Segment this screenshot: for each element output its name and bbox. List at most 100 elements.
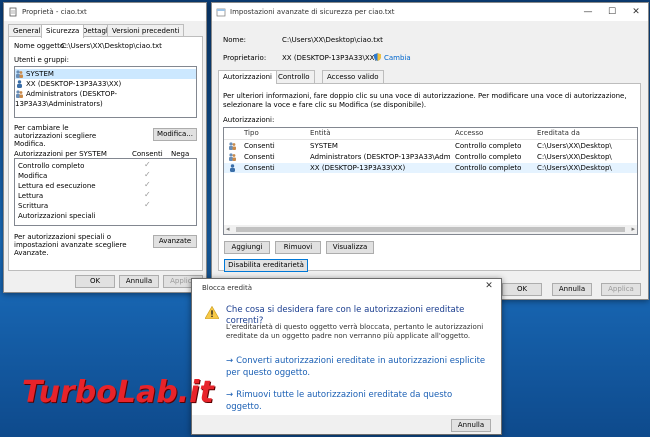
users-groups-label: Utenti e gruppi: — [14, 56, 70, 64]
advanced-button[interactable]: Avanzate — [153, 235, 197, 248]
check-icon: ✓ — [144, 160, 151, 169]
user-item-xx[interactable]: XX (DESKTOP-13P3A33\XX) — [15, 79, 196, 89]
user-label: XX (DESKTOP-13P3A33\XX) — [26, 80, 122, 88]
users-group-icon — [229, 142, 236, 150]
tab-autorizzazioni[interactable]: Autorizzazioni — [218, 70, 277, 84]
user-label: Administrators (DESKTOP-13P3A33\Administ… — [15, 90, 118, 108]
perm-special: Autorizzazioni speciali — [18, 212, 96, 220]
warning-icon — [205, 306, 219, 319]
block-inheritance-dialog: Blocca eredità ✕ Che cosa si desidera fa… — [191, 278, 502, 435]
arrow-right-icon: → — [226, 356, 234, 366]
permissions-panel: Per ulteriori informazioni, fare doppio … — [218, 83, 641, 272]
advanced-apply-button[interactable]: Applica — [601, 283, 641, 296]
file-icon — [9, 7, 17, 17]
perm-modify: Modifica — [18, 172, 48, 180]
permissions-list: Controllo completo Modifica Lettura ed e… — [14, 158, 197, 226]
name-value: C:\Users\XX\Desktop\ciao.txt — [282, 36, 383, 44]
table-row[interactable]: Consenti XX (DESKTOP-13P3A33\XX) Control… — [224, 163, 637, 173]
perm-read: Lettura — [18, 192, 44, 200]
properties-title: Proprietà - ciao.txt — [22, 8, 87, 16]
advanced-tabs: Autorizzazioni Controllo Accesso valido — [218, 70, 638, 84]
user-item-administrators[interactable]: Administrators (DESKTOP-13P3A33\Administ… — [15, 89, 196, 108]
cell-entity: Administrators (DESKTOP-13P3A33\Admini..… — [310, 153, 450, 161]
tab-sicurezza[interactable]: Sicurezza — [41, 24, 85, 38]
properties-cancel-button[interactable]: Annulla — [119, 275, 159, 288]
scroll-left-icon[interactable]: ◂ — [226, 225, 230, 233]
close-icon[interactable]: ✕ — [477, 279, 501, 295]
permission-entries-table: Tipo Entità Accesso Ereditata da Consent… — [223, 127, 638, 235]
cell-inherited: C:\Users\XX\Desktop\ — [537, 142, 612, 150]
advanced-cancel-button[interactable]: Annulla — [552, 283, 592, 296]
special-permissions-text: Per autorizzazioni speciali o impostazio… — [14, 233, 127, 257]
tab-controllo[interactable]: Controllo — [273, 70, 315, 83]
remove-permissions-option[interactable]: → Rimuovi tutte le autorizzazioni eredita… — [226, 389, 488, 413]
properties-ok-button[interactable]: OK — [75, 275, 115, 288]
cell-access: Controllo completo — [455, 153, 522, 161]
object-name-value: C:\Users\XX\Desktop\ciao.txt — [61, 42, 162, 50]
advanced-security-window: Impostazioni avanzate di sicurezza per c… — [211, 2, 649, 300]
user-item-system[interactable]: SYSTEM — [15, 69, 196, 79]
object-name-label: Nome oggetto: — [14, 42, 67, 50]
users-group-icon — [16, 90, 23, 98]
cell-type: Consenti — [244, 142, 275, 150]
check-icon: ✓ — [144, 190, 151, 199]
option1-label: Converti autorizzazioni ereditate in aut… — [226, 356, 486, 378]
change-owner-link[interactable]: Cambia — [384, 54, 411, 62]
perm-read-execute: Lettura ed esecuzione — [18, 182, 96, 190]
permission-entries-label: Autorizzazioni: — [223, 116, 275, 124]
properties-titlebar[interactable]: Proprietà - ciao.txt — [4, 3, 206, 21]
advanced-ok-button[interactable]: OK — [502, 283, 542, 296]
users-list[interactable]: SYSTEM XX (DESKTOP-13P3A33\XX) Administr… — [14, 66, 197, 118]
owner-value: XX (DESKTOP-13P3A33\XX) — [282, 54, 378, 62]
allow-column-header: Consenti — [132, 150, 163, 158]
view-button[interactable]: Visualizza — [326, 241, 374, 254]
info-text: Per ulteriori informazioni, fare doppio … — [223, 92, 627, 109]
properties-window: Proprietà - ciao.txt Generale Sicurezza … — [3, 2, 207, 293]
col-entity[interactable]: Entità — [310, 129, 331, 137]
option2-label: Rimuovi tutte le autorizzazioni ereditat… — [226, 390, 453, 412]
deny-column-header: Nega — [171, 150, 190, 158]
tab-accesso-valido[interactable]: Accesso valido — [322, 70, 384, 83]
check-icon: ✓ — [144, 200, 151, 209]
col-inherited[interactable]: Ereditata da — [537, 129, 580, 137]
col-access[interactable]: Accesso — [455, 129, 483, 137]
permissions-for-label: Autorizzazioni per SYSTEM — [14, 150, 107, 158]
col-type[interactable]: Tipo — [244, 129, 259, 137]
scroll-right-icon[interactable]: ▸ — [631, 225, 635, 233]
shield-icon — [374, 53, 381, 61]
disable-inheritance-button[interactable]: Disabilita ereditarietà — [224, 259, 308, 272]
user-label: SYSTEM — [26, 70, 54, 78]
user-icon — [230, 164, 235, 172]
perm-full-control: Controllo completo — [18, 162, 85, 170]
horizontal-scrollbar[interactable]: ◂ ▸ — [224, 225, 637, 234]
table-row[interactable]: Consenti Administrators (DESKTOP-13P3A33… — [224, 152, 637, 162]
minimize-icon[interactable]: — — [576, 3, 600, 21]
brand-watermark: TurboLab.it — [22, 375, 214, 410]
users-group-icon — [16, 70, 23, 78]
close-icon[interactable]: ✕ — [624, 3, 648, 21]
scrollbar-thumb[interactable] — [236, 227, 625, 232]
owner-label: Proprietario: — [223, 54, 267, 62]
cell-access: Controllo completo — [455, 164, 522, 172]
table-row[interactable]: Consenti SYSTEM Controllo completo C:\Us… — [224, 141, 637, 151]
cell-access: Controllo completo — [455, 142, 522, 150]
arrow-right-icon: → — [226, 390, 234, 400]
dialog-cancel-button[interactable]: Annulla — [451, 419, 491, 432]
maximize-icon[interactable]: ☐ — [600, 3, 624, 21]
cell-type: Consenti — [244, 164, 275, 172]
cell-inherited: C:\Users\XX\Desktop\ — [537, 164, 612, 172]
cell-type: Consenti — [244, 153, 275, 161]
perm-write: Scrittura — [18, 202, 49, 210]
table-header: Tipo Entità Accesso Ereditata da — [224, 128, 637, 140]
remove-button[interactable]: Rimuovi — [275, 241, 321, 254]
dialog-body: L'ereditarietà di questo oggetto verrà b… — [226, 323, 484, 340]
cell-entity: SYSTEM — [310, 142, 338, 150]
check-icon: ✓ — [144, 180, 151, 189]
dialog-title: Blocca eredità — [202, 284, 253, 292]
convert-permissions-option[interactable]: → Converti autorizzazioni ereditate in au… — [226, 355, 488, 379]
name-label: Nome: — [223, 36, 247, 44]
modify-button[interactable]: Modifica... — [153, 128, 197, 141]
advanced-titlebar[interactable]: Impostazioni avanzate di sicurezza per c… — [212, 3, 648, 21]
user-icon — [17, 80, 22, 88]
add-button[interactable]: Aggiungi — [224, 241, 270, 254]
